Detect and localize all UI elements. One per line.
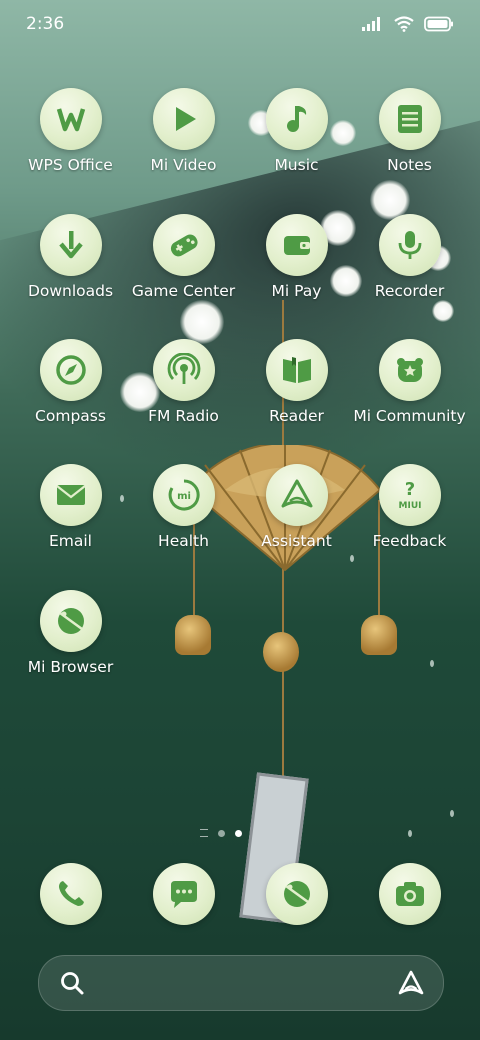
app-mi-browser[interactable]: Mi Browser [14,590,127,676]
book-icon [265,339,328,401]
app-fm-radio[interactable]: FM Radio [127,339,240,425]
app-label: Mi Browser [27,658,114,676]
assistant-icon [265,464,328,526]
app-feedback[interactable]: ? MIUI Feedback [353,464,466,550]
microphone-icon [378,214,441,276]
battery-icon [424,16,453,32]
phone-icon [39,863,102,925]
app-mi-video[interactable]: Mi Video [127,88,240,174]
app-mi-pay[interactable]: Mi Pay [240,214,353,300]
radio-icon [152,339,215,401]
bell-decoration [263,632,299,672]
download-arrow-icon [39,214,102,276]
svg-text:mi: mi [177,491,191,502]
page-dot [218,829,225,837]
app-notes[interactable]: Notes [353,88,466,174]
app-assistant[interactable]: Assistant [240,464,353,550]
bell-decoration [361,615,397,655]
app-mi-community[interactable]: Mi Community [353,339,466,425]
messages-icon [152,863,215,925]
browser-icon [39,590,102,652]
signal-icon [362,17,380,31]
assistant-icon[interactable] [397,969,425,997]
app-label: Mi Community [353,407,466,425]
raindrop-decoration [408,830,412,837]
app-label: Recorder [374,282,445,300]
gamepad-icon [152,214,215,276]
svg-text:?: ? [404,479,414,500]
wps-office-icon [39,88,102,150]
compass-icon [39,339,102,401]
dock-browser[interactable] [240,863,353,925]
dock-phone[interactable] [14,863,127,925]
app-recorder[interactable]: Recorder [353,214,466,300]
raindrop-decoration [450,810,454,817]
health-ring-icon: mi [152,464,215,526]
raindrop-decoration [350,555,354,562]
page-indicator[interactable] [200,829,242,837]
blossom-decoration [180,300,224,344]
wallet-icon [265,214,328,276]
app-label: Game Center [131,282,236,300]
status-bar: 2:36 [0,0,480,50]
feedback-icon: ? MIUI [378,464,441,526]
camera-icon [378,863,441,925]
dock-messages[interactable] [127,863,240,925]
app-label: Mi Video [150,156,217,174]
app-label: Downloads [27,282,114,300]
notes-icon [378,88,441,150]
wifi-icon [394,16,414,32]
app-compass[interactable]: Compass [14,339,127,425]
app-label: FM Radio [148,407,219,425]
search-bar[interactable] [38,955,444,1011]
blossom-decoration [432,300,454,322]
app-reader[interactable]: Reader [240,339,353,425]
bell-decoration [175,615,211,655]
clock: 2:36 [26,14,65,34]
app-music[interactable]: Music [240,88,353,174]
envelope-icon [39,464,102,526]
raindrop-decoration [430,660,434,667]
app-game-center[interactable]: Game Center [127,214,240,300]
app-downloads[interactable]: Downloads [14,214,127,300]
app-label: WPS Office [28,156,113,174]
browser-icon [265,863,328,925]
status-icons [362,16,454,32]
page-dot-active [235,829,242,837]
app-label: Music [274,156,319,174]
app-label: Health [158,532,209,550]
app-label: Reader [269,407,324,425]
app-label: Mi Pay [271,282,322,300]
app-label: Email [48,532,92,550]
app-label: Assistant [261,532,332,550]
music-note-icon [265,88,328,150]
play-icon [152,88,215,150]
app-label: Feedback [372,532,447,550]
app-health[interactable]: mi Health [127,464,240,550]
page-list-indicator [200,829,208,837]
app-label: Compass [35,407,106,425]
app-wps-office[interactable]: WPS Office [14,88,127,174]
svg-text:MIUI: MIUI [398,501,421,511]
search-icon[interactable] [59,970,85,996]
community-icon [378,339,441,401]
dock-camera[interactable] [353,863,466,925]
app-label: Notes [387,156,432,174]
app-email[interactable]: Email [14,464,127,550]
